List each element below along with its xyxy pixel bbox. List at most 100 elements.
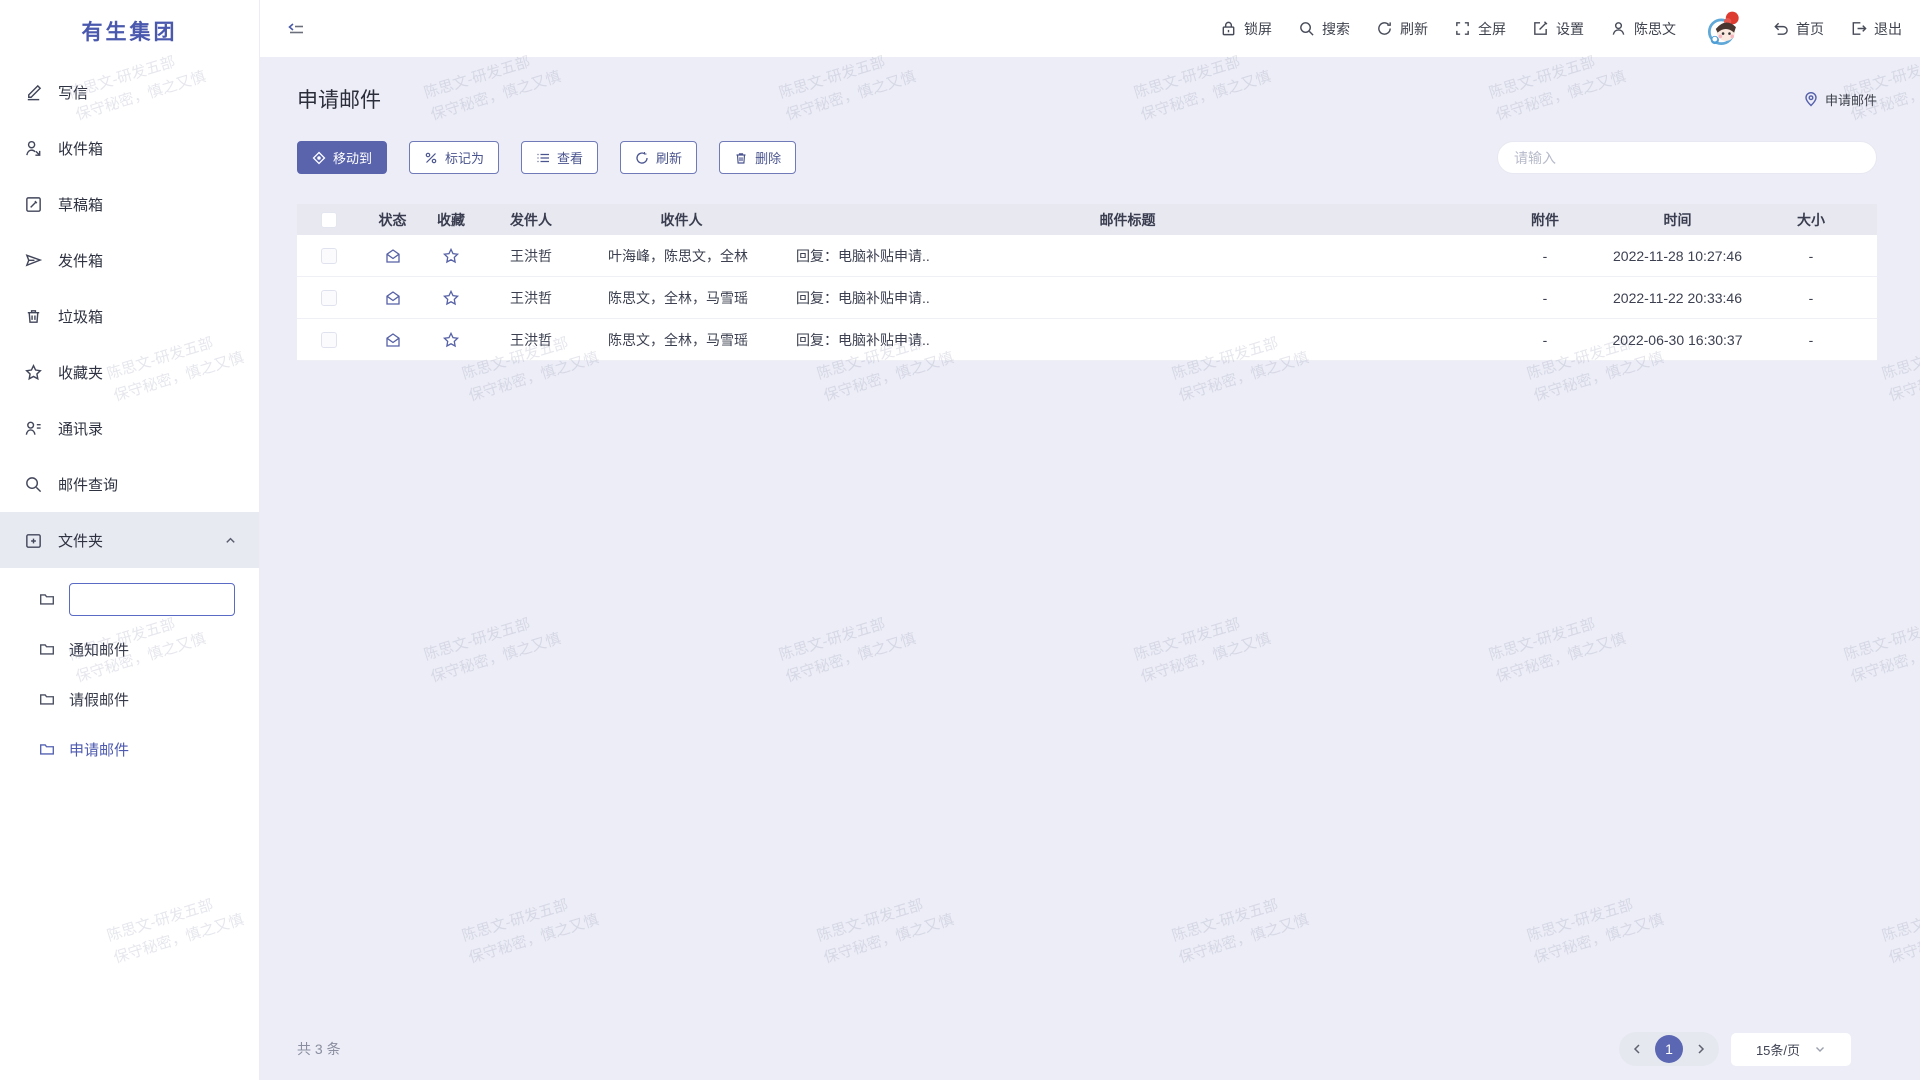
- fullscreen-button[interactable]: 全屏: [1454, 19, 1506, 39]
- sidebar-item-inbox[interactable]: 收件箱: [0, 120, 259, 176]
- delete-label: 删除: [755, 148, 781, 167]
- folder-icon: [38, 690, 56, 708]
- total-count: 共 3 条: [297, 1039, 341, 1059]
- page-number-button[interactable]: 1: [1655, 1035, 1683, 1063]
- page-size-select[interactable]: 15条/页: [1731, 1033, 1851, 1066]
- mail-table: 状态 收藏 发件人 收件人 邮件标题 附件 时间 大小 王洪哲 叶海峰，陈思文，…: [297, 204, 1877, 361]
- home-label: 首页: [1796, 19, 1824, 39]
- sidebar-item-label: 发件箱: [58, 250, 103, 271]
- header-attachment: 附件: [1480, 210, 1610, 230]
- row-checkbox[interactable]: [321, 248, 337, 264]
- folder-item-leave[interactable]: 请假邮件: [0, 674, 259, 724]
- select-all-checkbox[interactable]: [321, 212, 337, 228]
- search-button[interactable]: 搜索: [1298, 19, 1350, 39]
- sidebar-item-label: 文件夹: [58, 530, 103, 551]
- mail-size: -: [1745, 290, 1877, 306]
- refresh-circle-icon: [635, 151, 649, 165]
- logout-button[interactable]: 退出: [1850, 19, 1902, 39]
- mail-subject: 回复：电脑补贴申请..: [775, 288, 1480, 308]
- topbar-actions: 锁屏 搜索 刷新 全屏: [1220, 7, 1902, 51]
- table-search: [1497, 141, 1877, 174]
- refresh-button[interactable]: 刷新: [1376, 19, 1428, 39]
- prev-page-button[interactable]: [1631, 1043, 1643, 1055]
- mail-subject: 回复：电脑补贴申请..: [775, 246, 1480, 266]
- new-folder-input[interactable]: [69, 583, 235, 616]
- folder-item-label: 通知邮件: [69, 639, 129, 660]
- header-favorite: 收藏: [424, 210, 478, 230]
- home-button[interactable]: 首页: [1772, 19, 1824, 39]
- view-button[interactable]: 查看: [521, 141, 598, 174]
- mail-time: 2022-11-28 10:27:46: [1610, 248, 1745, 264]
- mail-row[interactable]: 王洪哲 陈思文，全林，马雪瑶 回复：电脑补贴申请.. - 2022-06-30 …: [297, 319, 1877, 361]
- pen-icon: [24, 83, 43, 102]
- search-label: 搜索: [1322, 19, 1350, 39]
- sidebar-item-label: 收藏夹: [58, 362, 103, 383]
- row-checkbox[interactable]: [321, 290, 337, 306]
- user-menu[interactable]: 陈思文: [1610, 19, 1676, 39]
- mail-size: -: [1745, 332, 1877, 348]
- next-page-button[interactable]: [1695, 1043, 1707, 1055]
- folder-item-label: 申请邮件: [69, 739, 129, 760]
- mark-as-button[interactable]: 标记为: [409, 141, 499, 174]
- mail-row[interactable]: 王洪哲 叶海峰，陈思文，全林 回复：电脑补贴申请.. - 2022-11-28 …: [297, 235, 1877, 277]
- favorite-star-icon[interactable]: [442, 331, 460, 349]
- row-checkbox[interactable]: [321, 332, 337, 348]
- favorite-star-icon[interactable]: [442, 289, 460, 307]
- sidebar-item-label: 收件箱: [58, 138, 103, 159]
- settings-button[interactable]: 设置: [1532, 19, 1584, 39]
- chevron-up-icon[interactable]: [224, 534, 237, 547]
- mail-time: 2022-11-22 20:33:46: [1610, 290, 1745, 306]
- sidebar-item-sent[interactable]: 发件箱: [0, 232, 259, 288]
- header-time: 时间: [1610, 210, 1745, 230]
- user-name: 陈思文: [1634, 19, 1676, 39]
- table-search-input[interactable]: [1514, 150, 1860, 166]
- mail-row[interactable]: 王洪哲 陈思文，全林，马雪瑶 回复：电脑补贴申请.. - 2022-11-22 …: [297, 277, 1877, 319]
- sidebar-item-label: 通讯录: [58, 418, 103, 439]
- new-folder-row: [0, 574, 259, 624]
- trash-icon: [24, 307, 43, 326]
- logout-label: 退出: [1874, 19, 1902, 39]
- toolbar: 移动到 标记为 查看 刷新: [297, 141, 1877, 174]
- avatar[interactable]: [1702, 7, 1746, 51]
- header-recipients: 收件人: [588, 210, 775, 230]
- app-root: 有生集团 写信 收件箱 草稿箱: [0, 0, 1920, 1080]
- sidebar-item-contacts[interactable]: 通讯录: [0, 400, 259, 456]
- breadcrumb-label: 申请邮件: [1825, 90, 1877, 109]
- search-icon: [24, 475, 43, 494]
- mail-recipients: 陈思文，全林，马雪瑶: [588, 330, 775, 350]
- sidebar-item-label: 写信: [58, 82, 88, 103]
- sidebar-item-drafts[interactable]: 草稿箱: [0, 176, 259, 232]
- refresh-icon: [1376, 20, 1393, 37]
- draft-icon: [24, 195, 43, 214]
- table-header-row: 状态 收藏 发件人 收件人 邮件标题 附件 时间 大小: [297, 204, 1877, 235]
- header-subject: 邮件标题: [775, 210, 1480, 230]
- header-status: 状态: [361, 210, 424, 230]
- sidebar-item-compose[interactable]: 写信: [0, 64, 259, 120]
- folder-item-label: 请假邮件: [69, 689, 129, 710]
- sidebar-item-label: 草稿箱: [58, 194, 103, 215]
- move-to-button[interactable]: 移动到: [297, 141, 387, 174]
- lock-screen-button[interactable]: 锁屏: [1220, 19, 1272, 39]
- folder-item-notice[interactable]: 通知邮件: [0, 624, 259, 674]
- folder-item-apply[interactable]: 申请邮件: [0, 724, 259, 774]
- location-pin-icon: [1803, 91, 1819, 107]
- mail-time: 2022-06-30 16:30:37: [1610, 332, 1745, 348]
- footer-bar: 共 3 条 1 15条/页: [297, 1032, 1877, 1066]
- refresh-list-button[interactable]: 刷新: [620, 141, 697, 174]
- sidebar-item-mail-search[interactable]: 邮件查询: [0, 456, 259, 512]
- sidebar-item-favorites[interactable]: 收藏夹: [0, 344, 259, 400]
- sidebar: 有生集团 写信 收件箱 草稿箱: [0, 0, 260, 1080]
- sidebar-item-folders[interactable]: 文件夹: [0, 512, 259, 568]
- logout-icon: [1850, 20, 1867, 37]
- mail-attachment: -: [1480, 248, 1610, 264]
- folder-list: 通知邮件 请假邮件 申请邮件: [0, 568, 259, 774]
- sidebar-item-trash[interactable]: 垃圾箱: [0, 288, 259, 344]
- mail-open-icon: [384, 289, 402, 307]
- menu-fold-icon[interactable]: [285, 20, 307, 38]
- mail-open-icon: [384, 331, 402, 349]
- sidebar-item-label: 邮件查询: [58, 474, 118, 495]
- favorite-star-icon[interactable]: [442, 247, 460, 265]
- mail-attachment: -: [1480, 290, 1610, 306]
- main-content: 申请邮件 申请邮件 移动到 标记为: [260, 57, 1920, 1080]
- delete-button[interactable]: 删除: [719, 141, 796, 174]
